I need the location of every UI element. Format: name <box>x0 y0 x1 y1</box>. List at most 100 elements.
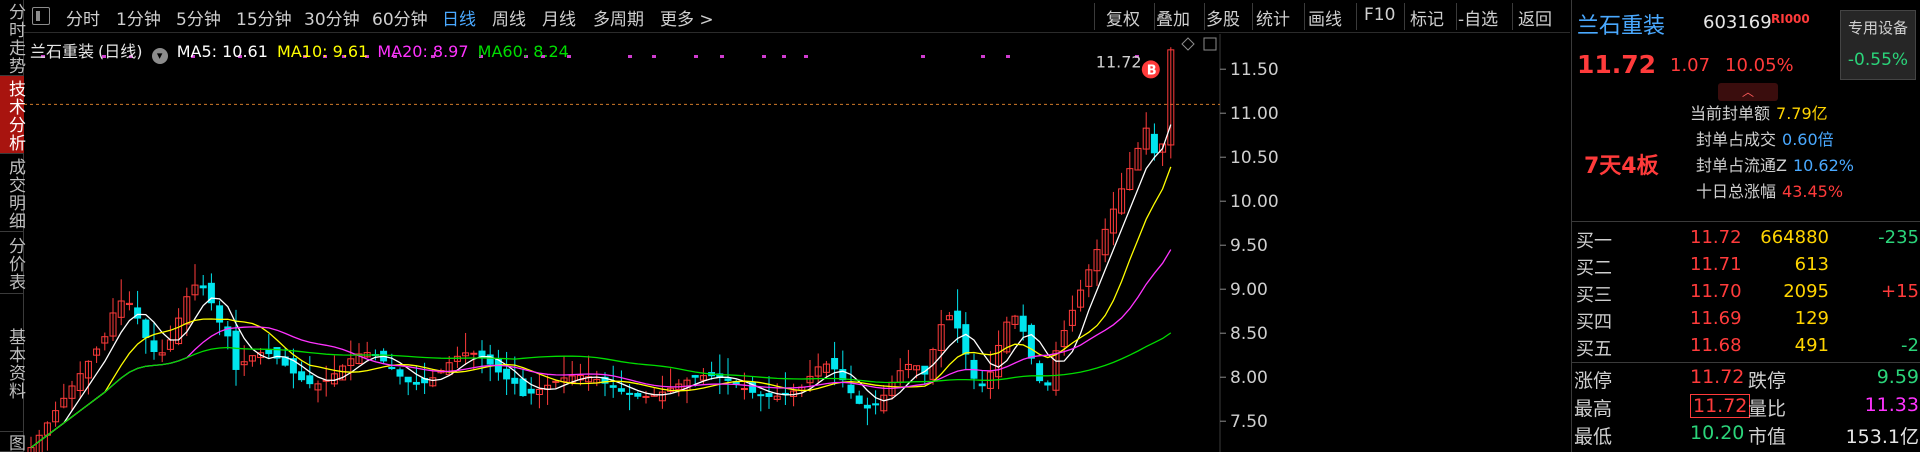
period-1min[interactable]: 1分钟 <box>116 5 161 30</box>
candle-body <box>527 388 535 394</box>
candle-body <box>724 378 732 381</box>
bid-row[interactable]: 买一 11.72 664880 -235 <box>1572 224 1920 252</box>
candle-body <box>1027 324 1035 359</box>
candle-body <box>150 340 158 352</box>
toolbar-divider <box>1204 3 1205 30</box>
chart-diamond-icon <box>1181 37 1195 51</box>
candle-body <box>617 388 625 392</box>
bid-volume: 129 <box>1794 308 1829 329</box>
quote-panel: 兰石重装 603169 RI000 专用设备 -0.55% 11.72 1.07… <box>1571 0 1920 452</box>
f10-button[interactable]: F10 <box>1364 5 1395 25</box>
bid-row[interactable]: 买五 11.68 491 -2 <box>1572 332 1920 360</box>
bid-row[interactable]: 买四 11.69 129 <box>1572 305 1920 333</box>
tab-time-sharing[interactable]: 分时走势 <box>0 0 25 76</box>
candle-body <box>388 367 396 370</box>
quote-row: 最高 11.72 量比 11.33 <box>1572 392 1920 420</box>
tab-more[interactable]: 图 <box>0 432 25 452</box>
period-monthly[interactable]: 月线 <box>542 5 576 30</box>
quote-label: 最低 <box>1574 426 1613 448</box>
tab-price-table[interactable]: 分价表 <box>0 232 25 294</box>
candle-body <box>954 310 962 329</box>
stat-label: 封单占流通Z <box>1696 156 1787 175</box>
tab-basic-info[interactable]: 基本资料 <box>0 294 25 432</box>
toolbar-divider <box>1456 3 1457 30</box>
stat-value: 7.79亿 <box>1776 104 1828 123</box>
period-15min[interactable]: 15分钟 <box>236 5 292 30</box>
tab-trade-details[interactable]: 成交明细 <box>0 154 25 232</box>
candle-body <box>1150 133 1158 154</box>
candle-body <box>642 395 650 398</box>
period-timeshare[interactable]: 分时 <box>66 5 100 30</box>
y-tick-label: 10.00 <box>1230 192 1279 212</box>
bid-row[interactable]: 买三 11.70 2095 +15 <box>1572 278 1920 306</box>
signal-dot <box>804 55 808 58</box>
stat-label: 当前封单额 <box>1690 104 1771 123</box>
quote-row: 涨停 11.72 跌停 9.59 <box>1572 364 1920 392</box>
multi-stock-button[interactable]: 多股 <box>1206 5 1240 30</box>
buy-marker-label: B <box>1147 63 1157 78</box>
period-multi[interactable]: 多周期 <box>593 5 644 30</box>
stat-value: 0.60倍 <box>1782 130 1834 149</box>
quote-value: 10.20 <box>1690 422 1745 444</box>
candle-body <box>199 285 207 289</box>
period-daily[interactable]: 日线 <box>442 5 476 30</box>
mark-button[interactable]: 标记 <box>1410 5 1444 30</box>
y-tick-label: 7.50 <box>1230 412 1268 432</box>
candle-body <box>962 324 970 355</box>
quote-label: 跌停 <box>1748 370 1787 392</box>
quote-value: 153.1亿 <box>1845 426 1919 448</box>
draw-line-button[interactable]: 画线 <box>1308 5 1342 30</box>
legend-ma60: MA60: 8.24 <box>477 42 569 61</box>
adjust-button[interactable]: 复权 <box>1106 5 1140 30</box>
period-weekly[interactable]: 周线 <box>492 5 526 30</box>
toggle-panel-icon[interactable] <box>32 7 50 25</box>
candle-body <box>265 349 273 355</box>
stock-name[interactable]: 兰石重装 <box>1577 8 1665 40</box>
quote-label: 最高 <box>1574 398 1613 420</box>
stat-seal-amount: 当前封单额 7.79亿 <box>1690 100 1828 124</box>
period-more[interactable]: 更多 > <box>660 5 714 30</box>
toolbar-divider <box>1404 3 1405 30</box>
back-button[interactable]: 返回 <box>1518 5 1552 30</box>
bid-volume: 664880 <box>1760 227 1829 248</box>
stat-seal-float: 封单占流通Z 10.62% <box>1696 152 1854 176</box>
statistics-button[interactable]: 统计 <box>1256 5 1290 30</box>
divider <box>1572 221 1920 222</box>
bid-row[interactable]: 买二 11.71 613 <box>1572 251 1920 279</box>
toolbar-divider <box>1356 3 1357 30</box>
overlay-button[interactable]: 叠加 <box>1156 5 1190 30</box>
period-60min[interactable]: 60分钟 <box>372 5 428 30</box>
quote-value: 11.72 <box>1690 394 1751 418</box>
candle-body <box>511 377 519 384</box>
last-price: 11.72 <box>1577 50 1657 79</box>
chart-expand-icon <box>1203 37 1217 51</box>
signal-dot <box>694 55 698 58</box>
quote-row: 最低 10.20 市值 153.1亿 <box>1572 420 1920 448</box>
collapse-caret-icon[interactable]: ︿ <box>1718 83 1778 101</box>
legend-menu-icon[interactable]: ▾ <box>151 48 168 64</box>
remove-watchlist-button[interactable]: -自选 <box>1458 5 1498 30</box>
ma60-line <box>30 332 1172 449</box>
toolbar-divider <box>1304 3 1305 30</box>
y-tick-label: 8.50 <box>1230 324 1268 344</box>
bid-label: 买四 <box>1576 312 1612 333</box>
candle-body <box>978 383 986 387</box>
candle-body <box>847 384 855 394</box>
signal-dot <box>628 55 632 58</box>
signal-dot <box>782 55 786 58</box>
bid-change: -235 <box>1878 227 1919 248</box>
sector-box[interactable]: 专用设备 -0.55% <box>1840 10 1916 80</box>
bid-label: 买二 <box>1576 258 1612 279</box>
quote-label: 量比 <box>1748 398 1787 420</box>
period-30min[interactable]: 30分钟 <box>304 5 360 30</box>
period-5min[interactable]: 5分钟 <box>176 5 221 30</box>
candle-body <box>396 369 404 377</box>
tab-technical-analysis[interactable]: 技术分析 <box>0 76 25 154</box>
legend-ma5: MA5: 10.61 <box>176 42 268 61</box>
bid-change: -2 <box>1901 335 1919 356</box>
y-tick-label: 11.00 <box>1230 104 1279 124</box>
kline-chart[interactable]: 11.50 11.00 10.50 10.00 9.50 9.00 8.50 8.00 7.50… <box>24 34 1570 452</box>
bid-price: 11.69 <box>1690 308 1742 329</box>
candle-body <box>404 376 412 383</box>
toolbar-divider <box>1094 3 1095 30</box>
